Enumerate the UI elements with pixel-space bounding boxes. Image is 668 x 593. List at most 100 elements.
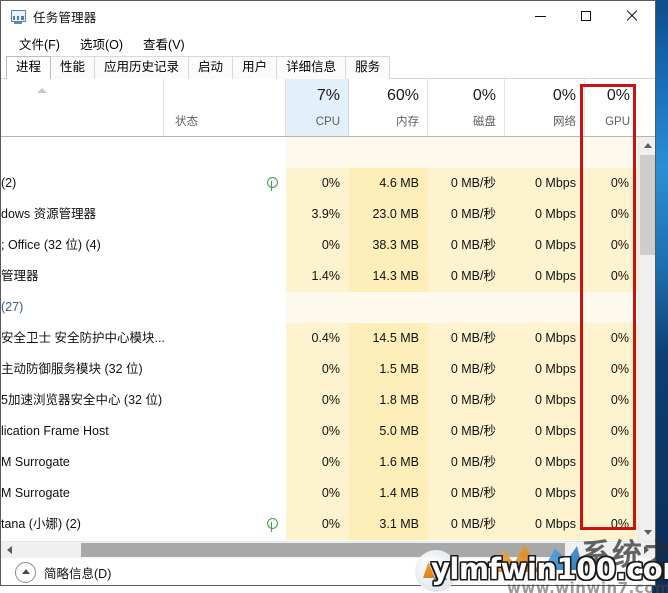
column-header-cpu-label: CPU — [315, 116, 340, 128]
cell-status — [164, 261, 286, 292]
cell-network: 0 Mbps — [505, 447, 585, 478]
cell-name: 管理器 — [1, 269, 39, 283]
scroll-right-button[interactable] — [638, 542, 655, 558]
scroll-left-button[interactable] — [1, 542, 18, 558]
cell-status — [164, 199, 286, 230]
cell-disk: 0 MB/秒 — [428, 447, 505, 478]
cell-name: (27) — [1, 300, 24, 314]
tab-startup[interactable]: 启动 — [188, 56, 234, 79]
cell-disk — [428, 137, 505, 168]
cell-cpu: 0% — [286, 168, 349, 199]
tab-app-history[interactable]: 应用历史记录 — [94, 56, 190, 79]
column-header-cpu[interactable]: 7% CPU — [286, 79, 349, 136]
tab-strip: 进程 性能 应用历史记录 启动 用户 详细信息 服务 — [1, 55, 655, 80]
minimize-button[interactable] — [517, 1, 563, 31]
table-row[interactable]: tana (小娜) (2) 0% 3.1 MB 0 MB/秒 0 Mbps 0% — [1, 509, 655, 540]
cell-memory: 1.6 MB — [349, 447, 428, 478]
column-header-memory-label: 内存 — [396, 116, 419, 128]
vertical-scrollbar[interactable] — [638, 137, 655, 541]
table-group-row[interactable]: (27) — [1, 292, 655, 323]
cell-network — [505, 292, 585, 323]
cpu-total-usage: 7% — [316, 87, 340, 104]
cell-network — [505, 137, 585, 168]
maximize-icon — [581, 11, 591, 21]
table-row[interactable]: 5加速浏览器安全中心 (32 位) 0% 1.8 MB 0 MB/秒 0 Mbps 0% — [1, 385, 655, 416]
horizontal-scroll-thumb[interactable] — [81, 543, 565, 557]
fewer-details-button[interactable]: 简略信息(D) — [9, 559, 117, 586]
memory-total-usage: 60% — [386, 87, 419, 104]
minimize-icon — [534, 15, 546, 17]
column-header-status[interactable]: 状态 — [164, 79, 286, 136]
cell-disk — [428, 292, 505, 323]
column-header-name[interactable] — [1, 79, 164, 136]
maximize-button[interactable] — [563, 1, 609, 31]
window-controls — [517, 1, 655, 31]
table-row[interactable]: lication Frame Host 0% 5.0 MB 0 MB/秒 0 Mbps 0… — [1, 416, 655, 447]
cell-network: 0 Mbps — [505, 385, 585, 416]
menu-item-options[interactable]: 选项(O) — [71, 32, 132, 55]
cell-name: lication Frame Host — [1, 424, 109, 438]
column-header-memory[interactable]: 60% 内存 — [349, 79, 428, 136]
table-row[interactable]: 管理器 1.4% 14.3 MB 0 MB/秒 0 Mbps 0% — [1, 261, 655, 292]
tab-users[interactable]: 用户 — [232, 56, 278, 79]
cell-status — [164, 385, 286, 416]
cell-gpu: 0% — [585, 323, 638, 354]
title-bar[interactable]: 任务管理器 — [1, 1, 655, 31]
cell-gpu — [585, 137, 638, 168]
tab-processes[interactable]: 进程 — [6, 56, 52, 80]
horizontal-scrollbar[interactable] — [1, 541, 655, 558]
scroll-down-button[interactable] — [639, 524, 655, 541]
table-row[interactable]: M Surrogate 0% 1.4 MB 0 MB/秒 0 Mbps 0% — [1, 478, 655, 509]
suspended-leaf-icon — [266, 518, 278, 532]
close-button[interactable] — [609, 1, 655, 31]
cell-cpu: 0% — [286, 447, 349, 478]
menu-item-file[interactable]: 文件(F) — [10, 32, 69, 55]
cell-cpu: 0% — [286, 385, 349, 416]
process-table: 状态 7% CPU 60% 内存 0% 磁盘 0% 网络 0% GPU (2) … — [1, 79, 655, 541]
fewer-details-label: 简略信息(D) — [44, 566, 112, 581]
cell-network: 0 Mbps — [505, 323, 585, 354]
chevron-down-icon — [643, 530, 652, 535]
chevron-left-icon — [7, 546, 12, 554]
close-icon — [626, 10, 638, 22]
cell-network: 0 Mbps — [505, 199, 585, 230]
chevron-up-circle-icon — [15, 561, 36, 583]
table-row[interactable]: 安全卫士 安全防护中心模块... 0.4% 14.5 MB 0 MB/秒 0 Mbps 0… — [1, 323, 655, 354]
cell-disk: 0 MB/秒 — [428, 230, 505, 261]
cell-name: 5加速浏览器安全中心 (32 位) — [1, 393, 163, 407]
window-title: 任务管理器 — [33, 10, 97, 25]
window-footer: 简略信息(D) — [1, 558, 655, 586]
table-row[interactable]: 主动防御服务模块 (32 位) 0% 1.5 MB 0 MB/秒 0 Mbps 0% — [1, 354, 655, 385]
cell-name: dows 资源管理器 — [1, 207, 97, 221]
cell-gpu: 0% — [585, 509, 638, 540]
table-row[interactable]: M Surrogate 0% 1.6 MB 0 MB/秒 0 Mbps 0% — [1, 447, 655, 478]
cell-name: M Surrogate — [1, 455, 70, 469]
table-row[interactable]: ; Office (32 位) (4) 0% 38.3 MB 0 MB/秒 0 Mbps… — [1, 230, 655, 261]
cell-network: 0 Mbps — [505, 168, 585, 199]
column-header-network[interactable]: 0% 网络 — [505, 79, 585, 136]
cell-gpu: 0% — [585, 168, 638, 199]
table-row[interactable]: dows 资源管理器 3.9% 23.0 MB 0 MB/秒 0 Mbps 0% — [1, 199, 655, 230]
menu-item-view[interactable]: 查看(V) — [134, 32, 194, 55]
column-header-disk[interactable]: 0% 磁盘 — [428, 79, 505, 136]
tab-services[interactable]: 服务 — [345, 56, 391, 79]
cell-name — [1, 137, 164, 168]
table-row[interactable]: (2) 0% 4.6 MB 0 MB/秒 0 Mbps 0% — [1, 168, 655, 199]
cell-disk: 0 MB/秒 — [428, 354, 505, 385]
table-header-row: 状态 7% CPU 60% 内存 0% 磁盘 0% 网络 0% GPU — [1, 79, 655, 137]
task-manager-icon — [10, 9, 26, 24]
tab-performance[interactable]: 性能 — [50, 56, 96, 79]
vertical-scroll-thumb[interactable] — [640, 155, 655, 255]
cell-status — [164, 447, 286, 478]
scroll-up-button[interactable] — [639, 137, 655, 154]
column-header-gpu[interactable]: 0% GPU — [585, 79, 638, 136]
cell-disk: 0 MB/秒 — [428, 509, 505, 540]
tab-details[interactable]: 详细信息 — [276, 56, 347, 79]
column-header-status-label: 状态 — [175, 116, 198, 128]
network-total-usage: 0% — [552, 87, 576, 104]
cell-disk: 0 MB/秒 — [428, 385, 505, 416]
cell-status — [164, 478, 286, 509]
cell-memory: 4.6 MB — [349, 168, 428, 199]
cell-network: 0 Mbps — [505, 478, 585, 509]
sort-ascending-icon — [37, 88, 47, 93]
